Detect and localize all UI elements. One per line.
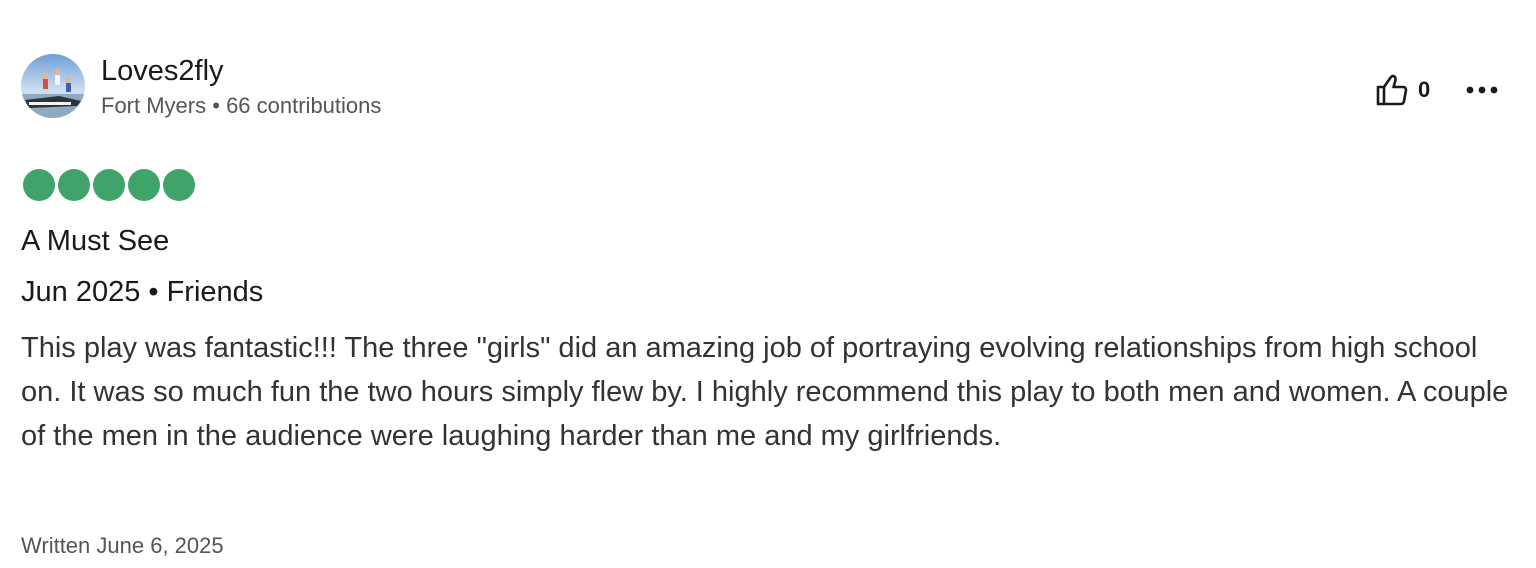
written-date: Written June 6, 2025: [21, 533, 224, 558]
rating-bubble: [93, 169, 125, 201]
review-body: This play was fantastic!!! The three "gi…: [21, 332, 1509, 452]
helpful-vote-button[interactable]: 0: [1374, 72, 1430, 108]
ellipsis-icon: [1466, 86, 1498, 94]
reviewer-location: Fort Myers: [101, 93, 207, 118]
helpful-count: 0: [1418, 77, 1431, 102]
reviewer-contributions[interactable]: 66 contributions: [226, 93, 381, 118]
more-options-button[interactable]: [1462, 76, 1502, 104]
trip-info: Jun 2025 • Friends: [21, 276, 264, 308]
rating-bubble: [58, 169, 90, 201]
avatar-photo: [21, 54, 85, 118]
reviewer-name[interactable]: Loves2fly: [101, 54, 224, 88]
reviewer-meta: Fort Myers • 66 contributions: [101, 93, 381, 119]
rating-bubble: [128, 169, 160, 201]
review-card: Loves2fly Fort Myers • 66 contributions …: [0, 0, 1536, 568]
avatar[interactable]: [21, 54, 85, 118]
rating-bubble: [163, 169, 195, 201]
thumbs-up-icon: [1376, 74, 1408, 106]
rating-bubble: [23, 169, 55, 201]
meta-separator: •: [206, 93, 227, 118]
bubble-rating: [23, 169, 195, 201]
review-title[interactable]: A Must See: [21, 223, 169, 259]
